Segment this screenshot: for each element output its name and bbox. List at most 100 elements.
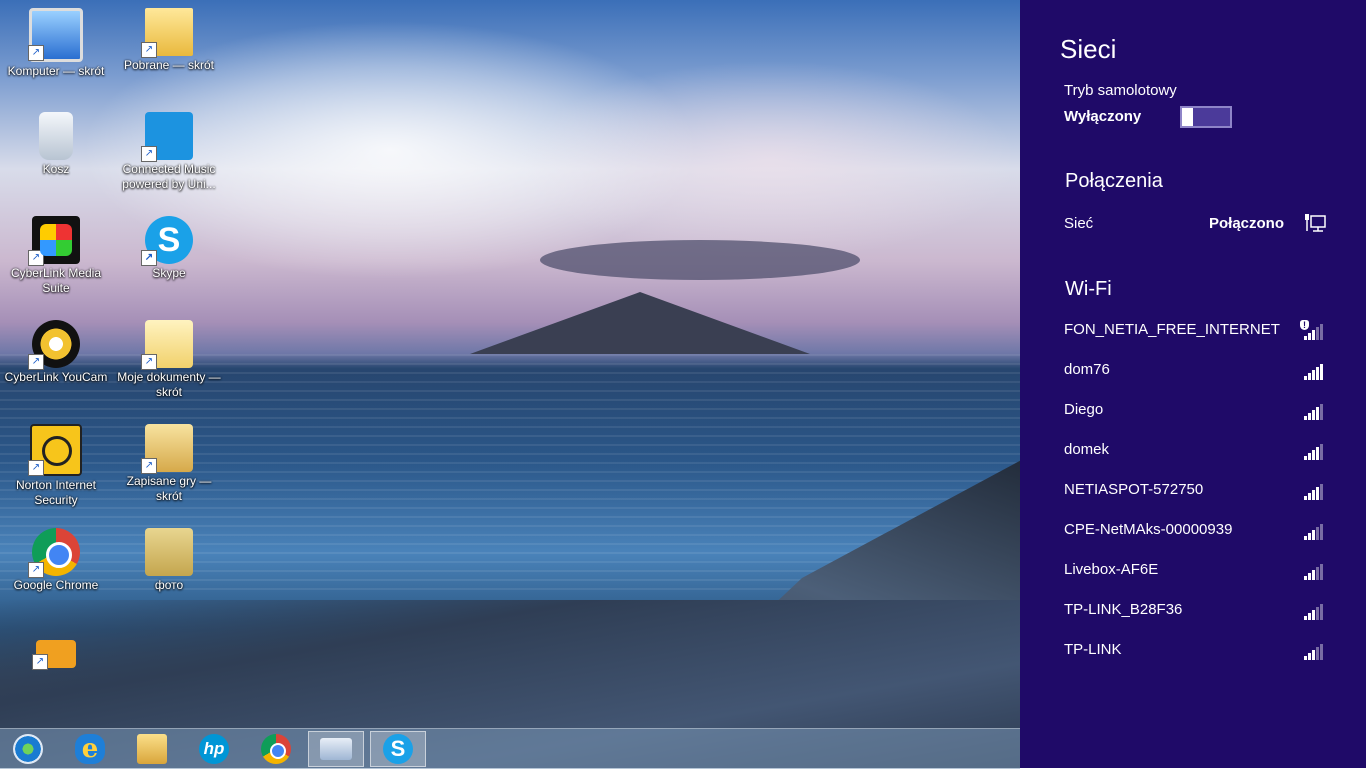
wifi-network-item[interactable]: Diego [1064, 401, 1328, 425]
wifi-network-name: CPE-NetMAks-00000939 [1064, 521, 1233, 538]
unsecured-shield-icon: ! [1300, 320, 1309, 330]
wifi-signal-icon [1304, 364, 1324, 380]
airplane-mode-toggle[interactable] [1180, 106, 1232, 128]
wifi-signal-icon [1304, 484, 1324, 500]
desktop-icon-label: фото [154, 578, 184, 592]
shortcut-arrow-icon: ↗ [141, 354, 157, 370]
taskbar-on-screen-keyboard[interactable] [308, 731, 364, 767]
desktop-icon-label: Zapisane gry — skrót [126, 474, 212, 503]
desktop-icon-label: Komputer — skrót [7, 64, 105, 78]
desktop-icon-recycle-bin[interactable]: Kosz [1, 104, 111, 177]
desktop-icon-skype[interactable]: S ↗ Skype [114, 208, 224, 281]
desktop-wallpaper: ↗ Komputer — skrót Kosz ↗ CyberLink Medi… [0, 0, 1020, 768]
shortcut-arrow-icon: ↗ [141, 42, 157, 58]
wallpaper-mountain [470, 292, 810, 354]
desktop-icon-label: Moje dokumenty — skrót [117, 370, 221, 399]
desktop-icon-connected-music[interactable]: ↗ Connected Music powered by Uni... [114, 104, 224, 192]
desktop-icon-label: Connected Music powered by Uni... [122, 162, 216, 191]
shortcut-arrow-icon: ↗ [32, 654, 48, 670]
shortcut-arrow-icon: ↗ [141, 146, 157, 162]
wifi-network-item[interactable]: TP-LINK [1064, 641, 1328, 665]
wifi-network-name: Livebox-AF6E [1064, 561, 1159, 578]
wired-connection-label: Sieć [1064, 215, 1094, 232]
computer-icon: ↗ [28, 8, 83, 62]
start-orb-icon [13, 734, 43, 764]
wifi-signal-icon [1304, 604, 1324, 620]
wifi-network-name: dom76 [1064, 361, 1110, 378]
shortcut-arrow-icon: ↗ [141, 250, 157, 266]
chrome-icon: ↗ [28, 528, 80, 578]
photo-folder-icon [145, 528, 193, 576]
shortcut-arrow-icon: ↗ [141, 458, 157, 474]
desktop-icon-photo[interactable]: фото [114, 520, 224, 593]
ethernet-icon [1305, 214, 1326, 232]
desktop-icon-cyberlink-youcam[interactable]: ↗ CyberLink YouCam [1, 312, 111, 385]
wifi-network-item[interactable]: NETIASPOT-572750 [1064, 481, 1328, 505]
desktop-icon-chrome[interactable]: ↗ Google Chrome [1, 520, 111, 593]
start-button[interactable] [0, 731, 56, 767]
desktop-icon-label: CyberLink Media Suite [10, 266, 102, 295]
connected-music-icon: ↗ [141, 112, 193, 162]
desktop-icon-label: Google Chrome [13, 578, 99, 592]
wifi-signal-icon [1304, 444, 1324, 460]
shortcut-arrow-icon: ↗ [28, 562, 44, 578]
wifi-signal-icon [1304, 524, 1324, 540]
wifi-network-item[interactable]: TP-LINK_B28F36 [1064, 601, 1328, 625]
wifi-network-item[interactable]: Livebox-AF6E [1064, 561, 1328, 585]
desktop-icon-downloads[interactable]: ↗ Pobrane — skrót [114, 0, 224, 73]
wifi-signal-icon [1304, 644, 1324, 660]
wallpaper-cloud [520, 60, 1020, 260]
airplane-mode-label: Tryb samolotowy [1064, 82, 1177, 99]
desktop-icon-label: Pobrane — skrót [123, 58, 215, 72]
downloads-folder-icon: ↗ [141, 8, 193, 58]
skype-icon: S ↗ [141, 216, 193, 266]
wifi-network-item[interactable]: domek [1064, 441, 1328, 465]
wired-connection-status: Połączono [1208, 215, 1284, 232]
taskbar: e hp S [0, 728, 1020, 769]
chrome-icon [261, 734, 291, 764]
shortcut-arrow-icon: ↗ [28, 250, 44, 266]
shortcut-arrow-icon: ↗ [28, 460, 44, 476]
wifi-signal-icon: ! [1300, 320, 1324, 340]
wifi-network-item[interactable]: CPE-NetMAks-00000939 [1064, 521, 1328, 545]
desktop-icon-computer[interactable]: ↗ Komputer — skrót [1, 0, 111, 79]
desktop-icon-cyberlink-media-suite[interactable]: ↗ CyberLink Media Suite [1, 208, 111, 296]
wifi-network-name: NETIASPOT-572750 [1064, 481, 1204, 498]
hp-icon: hp [199, 734, 229, 764]
desktop-icon-pb-app[interactable]: ↗ [1, 624, 111, 670]
taskbar-internet-explorer[interactable]: e [62, 731, 118, 767]
wifi-heading: Wi-Fi [1065, 278, 1112, 300]
pb-app-icon: ↗ [32, 640, 76, 670]
desktop-icon-saved-games[interactable]: ↗ Zapisane gry — skrót [114, 416, 224, 504]
file-explorer-icon [137, 734, 167, 764]
saved-games-folder-icon: ↗ [141, 424, 193, 474]
wifi-network-item[interactable]: FON_NETIA_FREE_INTERNET! [1064, 320, 1328, 345]
taskbar-chrome[interactable] [248, 731, 304, 767]
desktop-icon-label: Kosz [42, 162, 70, 176]
wifi-network-name: FON_NETIA_FREE_INTERNET [1064, 321, 1280, 338]
internet-explorer-icon: e [75, 734, 105, 764]
desktop-icon-documents[interactable]: ↗ Moje dokumenty — skrót [114, 312, 224, 400]
skype-icon: S [383, 734, 413, 764]
taskbar-skype[interactable]: S [370, 731, 426, 767]
wifi-signal-icon [1304, 564, 1324, 580]
taskbar-hp[interactable]: hp [186, 731, 242, 767]
wifi-network-name: Diego [1064, 401, 1104, 418]
wired-connection-row[interactable]: Sieć Połączono [1064, 215, 1328, 239]
desktop-icon-norton[interactable]: ↗ Norton Internet Security [1, 416, 111, 508]
taskbar-file-explorer[interactable] [124, 731, 180, 767]
cyberlink-media-suite-icon: ↗ [28, 216, 80, 266]
connections-heading: Połączenia [1065, 170, 1163, 192]
panel-title: Sieci [1060, 34, 1117, 64]
documents-folder-icon: ↗ [141, 320, 193, 370]
norton-icon: ↗ [28, 424, 82, 476]
wallpaper-cloud-band [540, 240, 860, 280]
toggle-thumb [1182, 108, 1193, 126]
shortcut-arrow-icon: ↗ [28, 354, 44, 370]
recycle-bin-icon [39, 112, 73, 160]
shortcut-arrow-icon: ↗ [28, 45, 44, 61]
wifi-network-name: domek [1064, 441, 1110, 458]
desktop-icon-label: Norton Internet Security [15, 478, 97, 507]
wifi-network-name: TP-LINK [1064, 641, 1122, 658]
wifi-network-item[interactable]: dom76 [1064, 361, 1328, 385]
